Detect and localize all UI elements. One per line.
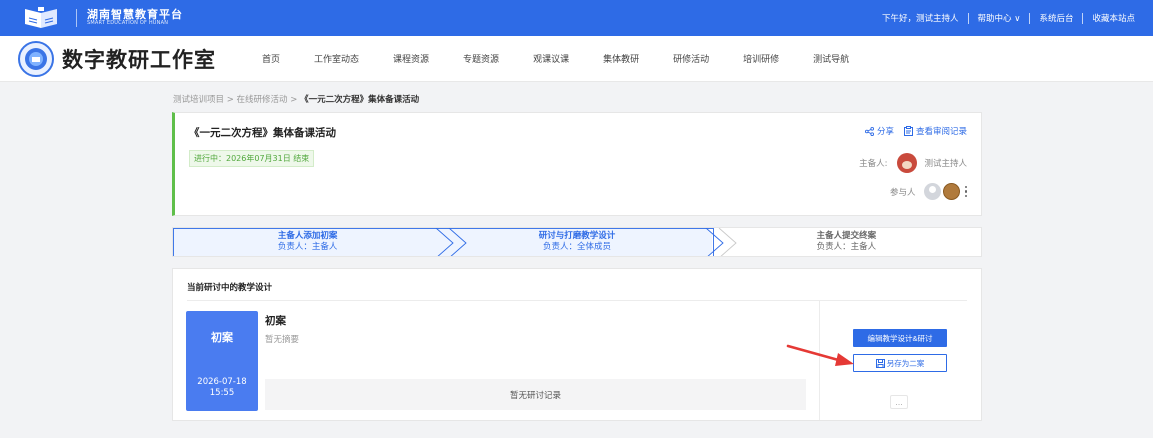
breadcrumb: 测试培训项目 > 在线研修活动 > 《一元二次方程》集体备课活动 [173, 93, 419, 105]
site-title: 数字教研工作室 [62, 46, 216, 72]
nav-items: 首页 工作室动态 课程资源 专题资源 观课议课 集体教研 研修活动 培训研修 测… [262, 52, 883, 65]
more-options-button[interactable]: ... [890, 395, 908, 409]
draft-tag: 初案 [211, 331, 233, 344]
step-2[interactable]: 研讨与打磨教学设计 负责人：全体成员 [442, 228, 712, 256]
breadcrumb-separator: > [290, 95, 301, 105]
more-vertical-icon[interactable] [964, 185, 967, 198]
menu-divider [967, 12, 969, 24]
nav-item-course-resources[interactable]: 课程资源 [393, 52, 429, 65]
design-name[interactable]: 初案 [265, 313, 286, 328]
save-as-label: 另存为二案 [886, 358, 925, 368]
save-as-second-draft-button[interactable]: 另存为二案 [853, 354, 947, 372]
nav-item-topic-resources[interactable]: 专题资源 [463, 52, 499, 65]
menu-divider [1082, 12, 1084, 24]
platform-logo[interactable]: 湖南智慧教育平台 SMART EDUCATION OF HUNAN [18, 6, 183, 30]
participant-avatar[interactable] [942, 183, 960, 200]
help-center-link[interactable]: 帮助中心 ∨ [978, 12, 1021, 24]
nav-item-lesson-observation[interactable]: 观课议课 [533, 52, 569, 65]
share-label: 分享 [876, 127, 894, 137]
step-name: 研讨与打磨教学设计 [538, 231, 616, 242]
column-divider [819, 301, 820, 420]
activity-actions: 分享 查看审阅记录 [855, 125, 967, 137]
breadcrumb-current: 《一元二次方程》集体备课活动 [300, 95, 420, 105]
activity-title: 《一元二次方程》集体备课活动 [189, 127, 336, 139]
share-button[interactable]: 分享 [864, 125, 894, 137]
nav-item-studio-news[interactable]: 工作室动态 [314, 52, 359, 65]
review-records-button[interactable]: 查看审阅记录 [903, 125, 967, 137]
studio-logo-icon[interactable] [18, 40, 54, 77]
favorite-link[interactable]: 收藏本站点 [1092, 12, 1135, 24]
greeting-user[interactable]: 下午好，测试主持人 [882, 12, 959, 24]
brand-name-en: SMART EDUCATION OF HUNAN [87, 20, 169, 27]
section-title: 当前研讨中的教学设计 [187, 283, 273, 293]
logo-divider [76, 9, 77, 27]
draft-timestamp: 2026-07-18 15:55 [186, 377, 258, 400]
breadcrumb-item[interactable]: 在线研修活动 [237, 95, 288, 105]
participant-avatar[interactable] [923, 183, 941, 200]
draft-card[interactable]: 初案 2026-07-18 15:55 [186, 311, 258, 411]
step-name: 主备人添加初案 [277, 231, 338, 242]
step-3[interactable]: 主备人提交终案 负责人：主备人 [711, 228, 981, 256]
host-label: 主备人: [859, 159, 888, 169]
step-name: 主备人提交终案 [816, 231, 877, 242]
nav-item-collective-research[interactable]: 集体教研 [603, 52, 639, 65]
breadcrumb-separator: > [226, 95, 237, 105]
breadcrumb-item[interactable]: 测试培训项目 [173, 95, 224, 105]
nav-item-training-study[interactable]: 培训研修 [743, 52, 779, 65]
main-nav: 数字教研工作室 首页 工作室动态 课程资源 专题资源 观课议课 集体教研 研修活… [0, 36, 1153, 82]
top-bar: 湖南智慧教育平台 SMART EDUCATION OF HUNAN 下午好，测试… [0, 0, 1153, 36]
platform-brand: 湖南智慧教育平台 SMART EDUCATION OF HUNAN [87, 9, 183, 27]
share-icon [864, 126, 874, 136]
step-owner: 负责人：主备人 [816, 242, 877, 252]
host-avatar [897, 153, 918, 173]
status-badge: 进行中：2026年07月31日 结束 [189, 150, 315, 167]
step-1[interactable]: 主备人添加初案 负责人：主备人 [173, 228, 443, 256]
nav-item-test-nav[interactable]: 测试导航 [813, 52, 849, 65]
participants: 参与人 [890, 183, 967, 200]
host-name: 测试主持人 [924, 159, 967, 169]
process-steps: 主备人添加初案 负责人：主备人 研讨与打磨教学设计 负责人：全体成员 主备人提交… [172, 227, 982, 257]
edit-design-button[interactable]: 编辑教学设计&研讨 [853, 329, 947, 347]
participants-label: 参与人 [889, 187, 916, 198]
draft-time: 15:55 [209, 388, 235, 399]
nav-item-training-activities[interactable]: 研修活动 [673, 52, 709, 65]
step-owner: 负责人：全体成员 [542, 242, 611, 252]
admin-link[interactable]: 系统后台 [1039, 12, 1073, 24]
activity-card: 《一元二次方程》集体备课活动 进行中：2026年07月31日 结束 分享 查看审… [172, 112, 982, 216]
save-icon [875, 358, 885, 368]
host-info: 主备人: 测试主持人 [859, 153, 967, 173]
review-label: 查看审阅记录 [915, 127, 967, 137]
teaching-design-card: 当前研讨中的教学设计 初案 2026-07-18 15:55 初案 暂无摘要 暂… [172, 268, 982, 421]
nav-item-home[interactable]: 首页 [262, 52, 280, 65]
clipboard-icon [903, 126, 913, 136]
design-abstract: 暂无摘要 [265, 335, 300, 345]
step-owner: 负责人：主备人 [277, 242, 338, 252]
section-divider [187, 300, 967, 301]
empty-discussion: 暂无研讨记录 [265, 379, 806, 410]
user-menu: 下午好，测试主持人 帮助中心 ∨ 系统后台 收藏本站点 [882, 12, 1135, 24]
open-book-icon [18, 6, 64, 30]
menu-divider [1029, 12, 1031, 24]
draft-date: 2026-07-18 [197, 377, 247, 387]
